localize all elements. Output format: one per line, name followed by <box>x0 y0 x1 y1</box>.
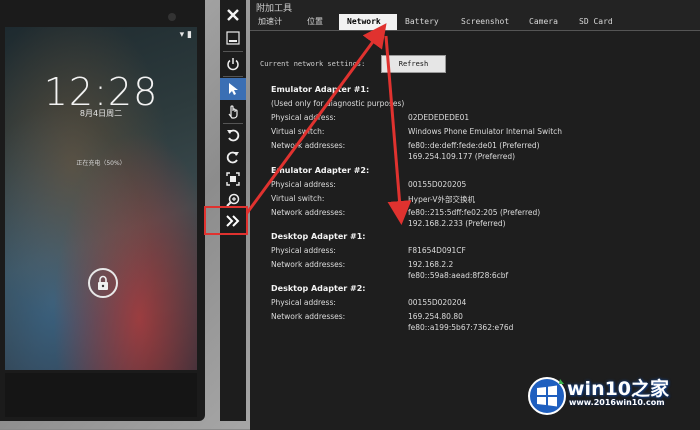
watermark-url: www.2016win10.com <box>569 398 665 407</box>
row-value: 192.168.2.2 <box>408 260 454 269</box>
tab-camera[interactable]: Camera <box>521 14 571 30</box>
row-label: Network addresses: <box>271 260 346 269</box>
rotate-right-button[interactable] <box>220 146 246 168</box>
row-value: Windows Phone Emulator Internal Switch <box>408 127 563 136</box>
row-value: 00155D020204 <box>408 298 467 307</box>
row-value: fe80::215:5dff:fe02:205 (Preferred) <box>408 208 541 217</box>
tab-network[interactable]: Network <box>339 14 397 30</box>
adapter-title: Emulator Adapter #2: <box>271 166 370 175</box>
additional-tools-window: 附加工具 加速计 位置 Network Battery Screenshot C… <box>250 0 700 430</box>
row-label: Network addresses: <box>271 141 346 150</box>
refresh-button[interactable]: Refresh <box>381 55 446 73</box>
toolbar-divider <box>223 51 243 52</box>
rotate-left-button[interactable] <box>220 124 246 146</box>
row-label: Network addresses: <box>271 312 346 321</box>
touch-mode-button[interactable] <box>220 100 246 122</box>
tab-bar: 加速计 位置 Network Battery Screenshot Camera… <box>250 14 700 30</box>
power-button[interactable] <box>220 53 246 75</box>
row-value: 169.254.109.177 (Preferred) <box>408 152 516 161</box>
touch-icon <box>228 105 238 119</box>
row-value: 00155D020205 <box>408 180 467 189</box>
row-value: fe80::59a8:aead:8f28:6cbf <box>408 271 509 280</box>
row-value: fe80::a199:5b67:7362:e76d <box>408 323 514 332</box>
current-settings-label: Current network settings: <box>260 60 366 68</box>
row-label: Physical address: <box>271 113 336 122</box>
lock-icon <box>98 275 108 290</box>
row-value: Hyper-V外部交换机 <box>408 195 475 204</box>
fit-screen-icon <box>226 172 240 186</box>
fit-to-screen-button[interactable] <box>220 168 246 190</box>
pointer-mode-button[interactable] <box>220 78 246 100</box>
phone-nav-area <box>5 373 197 417</box>
highlight-box <box>204 206 248 235</box>
charging-status: 正在充电（50%） <box>76 160 126 167</box>
tab-battery[interactable]: Battery <box>397 14 453 30</box>
zoom-icon <box>226 193 240 207</box>
front-camera <box>168 13 176 21</box>
lock-screen[interactable]: ▾ ▮ 12:28 8月4日周二 正在充电（50%） <box>5 27 197 370</box>
tab-sd-card[interactable]: SD Card <box>571 14 627 30</box>
close-icon <box>227 9 239 21</box>
rotate-right-icon <box>226 151 239 164</box>
row-value: 169.254.80.80 <box>408 312 463 321</box>
row-label: Virtual switch: <box>271 127 325 136</box>
row-label: Virtual switch: <box>271 194 325 203</box>
lock-screen-date: 8月4日周二 <box>79 109 123 118</box>
pointer-icon <box>229 83 238 95</box>
row-value: F81654D091CF <box>408 246 466 255</box>
unlock-button[interactable] <box>88 268 118 298</box>
adapter-note: (Used only for diagnostic purposes) <box>271 99 405 108</box>
power-icon <box>227 58 239 71</box>
row-value: 192.168.2.233 (Preferred) <box>408 219 506 228</box>
row-value: 02DEDEDEDE01 <box>408 113 470 122</box>
watermark: win10之家 www.2016win10.com <box>525 370 700 429</box>
rotate-left-icon <box>227 129 240 142</box>
toolbar-divider <box>223 76 243 77</box>
tab-screenshot[interactable]: Screenshot <box>453 14 521 30</box>
tab-location[interactable]: 位置 <box>299 14 339 30</box>
minimize-button[interactable] <box>220 27 246 49</box>
phone-emulator: ▾ ▮ 12:28 8月4日周二 正在充电（50%） <box>0 0 205 421</box>
row-value: fe80::de:deff:fede:de01 (Preferred) <box>408 141 540 150</box>
close-button[interactable] <box>220 4 246 26</box>
adapter-title: Desktop Adapter #1: <box>271 232 366 241</box>
tab-accelerometer[interactable]: 加速计 <box>250 14 299 30</box>
row-label: Physical address: <box>271 246 336 255</box>
watermark-brand: win10之家 <box>567 378 670 400</box>
windows-logo-icon <box>528 377 566 415</box>
row-label: Physical address: <box>271 180 336 189</box>
adapter-title: Emulator Adapter #1: <box>271 85 370 94</box>
adapter-title: Desktop Adapter #2: <box>271 284 366 293</box>
window-title: 附加工具 <box>256 4 293 14</box>
minimize-icon <box>226 31 240 45</box>
row-label: Physical address: <box>271 298 336 307</box>
status-bar-icons: ▾ ▮ <box>179 30 192 40</box>
row-label: Network addresses: <box>271 208 346 217</box>
